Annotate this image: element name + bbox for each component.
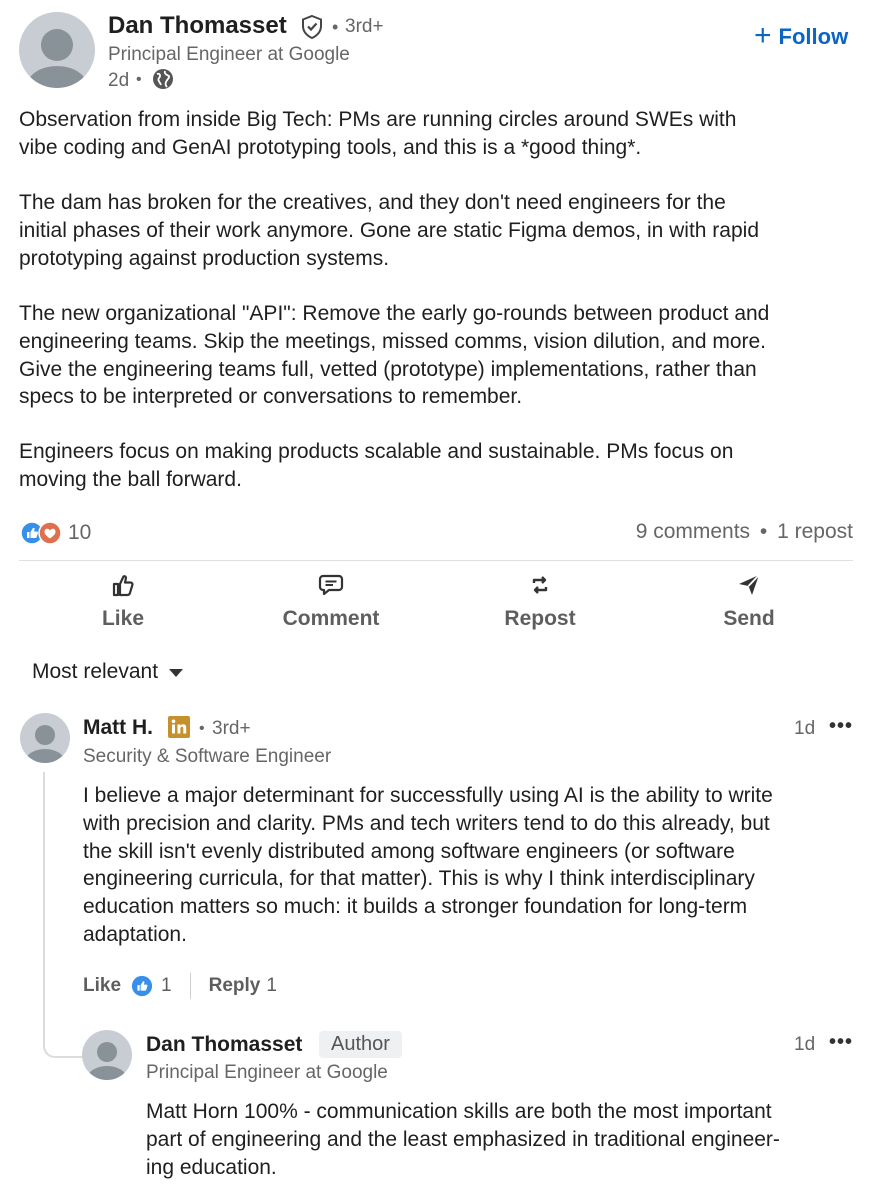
post-paragraph: Engineers focus on making products scala…: [19, 440, 734, 491]
comment-reply-button[interactable]: Reply: [209, 975, 261, 997]
verified-shield-icon: [300, 14, 324, 45]
sort-dropdown[interactable]: Most relevant: [32, 660, 184, 684]
separator-dot: •: [199, 720, 205, 737]
comments-reposts-summary[interactable]: 9 comments • 1 repost: [636, 520, 853, 544]
commenter-avatar[interactable]: [20, 713, 70, 763]
reposts-count[interactable]: 1 repost: [777, 520, 853, 543]
follow-label: Follow: [778, 24, 849, 49]
reply-count: 1: [266, 975, 277, 996]
reply-author-avatar[interactable]: [82, 1030, 132, 1080]
reactions-count: 10: [68, 521, 92, 544]
repost-label: Repost: [504, 607, 576, 630]
post-paragraph: The dam has broken for the creatives, an…: [19, 191, 759, 270]
divider: [19, 560, 853, 561]
globe-icon: [151, 67, 175, 96]
reply-author-headline: Principal Engineer at Google: [146, 1062, 388, 1083]
comment-time: 1d: [794, 718, 816, 739]
sort-label: Most relevant: [32, 660, 159, 683]
comments-count[interactable]: 9 comments: [636, 520, 750, 543]
post-paragraph: The new organizational "API": Remove the…: [19, 302, 770, 409]
like-button[interactable]: Like: [43, 572, 203, 631]
repost-arrows-icon: [527, 576, 553, 602]
comment-bubble-icon: [318, 574, 344, 602]
reply-text: Matt Horn 100% - communication skills ar…: [146, 1100, 780, 1179]
reaction-summary[interactable]: 10: [20, 521, 91, 545]
comment-button[interactable]: Comment: [251, 572, 411, 631]
repost-button[interactable]: Repost: [460, 572, 620, 631]
separator-dot: •: [759, 520, 768, 543]
post-paragraph: Observation from inside Big Tech: PMs ar…: [19, 108, 737, 159]
love-reaction-icon: [38, 521, 62, 545]
follow-button[interactable]: + Follow: [754, 18, 849, 52]
comment-actions: Like 1 Reply 1: [83, 972, 277, 1000]
commenter-headline: Security & Software Engineer: [83, 746, 332, 767]
action-divider: [189, 973, 191, 999]
post-author-avatar[interactable]: [19, 12, 95, 88]
plus-icon: +: [754, 18, 772, 52]
post-author-headline: Principal Engineer at Google: [108, 44, 350, 65]
send-label: Send: [723, 607, 775, 630]
post-time: 2d: [108, 70, 130, 91]
caret-down-icon: [168, 660, 184, 684]
separator-dot: •: [136, 71, 142, 88]
more-options-icon[interactable]: •••: [829, 715, 853, 738]
post-author-degree: 3rd+: [345, 16, 384, 37]
thread-line: [43, 772, 83, 1058]
separator-dot: •: [332, 17, 339, 37]
reply-author-name[interactable]: Dan Thomasset: [146, 1033, 302, 1057]
reply-time: 1d: [794, 1034, 816, 1055]
send-button[interactable]: Send: [669, 572, 829, 631]
post-author-name[interactable]: Dan Thomasset: [108, 12, 287, 40]
comment-like-button[interactable]: Like: [83, 975, 121, 997]
linkedin-logo-icon: [168, 716, 190, 743]
like-reaction-icon: [131, 975, 153, 997]
commenter-degree: 3rd+: [212, 718, 251, 739]
like-label: Like: [101, 607, 145, 630]
comment-like-count: 1: [161, 975, 172, 996]
like-thumb-icon: [110, 575, 136, 602]
comment-label: Comment: [282, 607, 380, 630]
author-badge: Author: [319, 1031, 402, 1058]
send-paper-plane-icon: [736, 574, 762, 602]
comment-text: I believe a major determinant for succes…: [83, 784, 773, 946]
more-options-icon[interactable]: •••: [829, 1031, 853, 1054]
commenter-name[interactable]: Matt H.: [83, 716, 153, 740]
